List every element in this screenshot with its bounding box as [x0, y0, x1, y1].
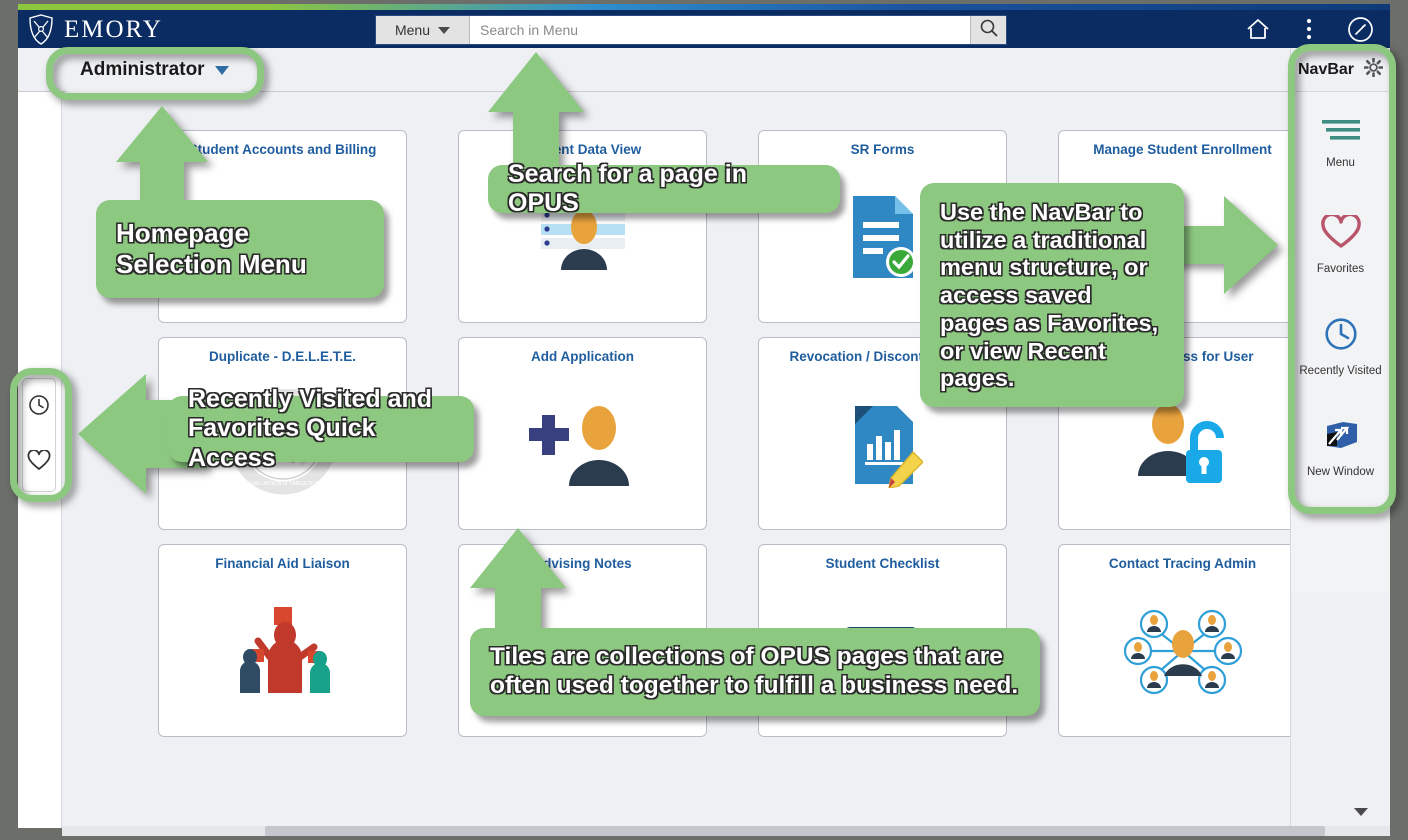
tile-contact-tracing-admin[interactable]: Contact Tracing Admin: [1058, 544, 1307, 737]
tile-title: Add Application: [459, 349, 706, 364]
header-icon-group: [1245, 10, 1374, 48]
clock-icon: [1324, 317, 1358, 356]
brand-lockup: EMORY: [28, 10, 163, 48]
heart-icon: [27, 458, 51, 475]
people-signs-icon: [159, 591, 406, 711]
gear-icon[interactable]: [1364, 58, 1383, 82]
tile-add-application[interactable]: Add Application: [458, 337, 707, 530]
navbar-compass-icon[interactable]: [1347, 16, 1374, 43]
home-icon[interactable]: [1245, 17, 1271, 41]
navbar-item-label: Favorites: [1317, 263, 1364, 275]
navbar-item-label: New Window: [1307, 466, 1374, 478]
search-scope-label: Menu: [395, 22, 430, 38]
svg-text:EVALUATION of TARGETED: EVALUATION of TARGETED: [247, 481, 318, 487]
callout-tiles-description: Tiles are collections of OPUS pages that…: [470, 628, 1040, 716]
callout-recently-visited-favorites: Recently Visited and Favorites Quick Acc…: [168, 396, 474, 462]
vertical-scroll-region[interactable]: [1290, 592, 1390, 828]
tile-financial-aid-liaison[interactable]: Financial Aid Liaison: [158, 544, 407, 737]
navbar-title: NavBar: [1298, 61, 1354, 79]
navbar-header[interactable]: NavBar: [1291, 48, 1390, 92]
callout-search-for-a-page: Search for a page in OPUS: [488, 165, 840, 213]
clock-icon: [28, 403, 50, 420]
callout-homepage-selection-menu: Homepage Selection Menu: [96, 200, 384, 298]
quick-access-recently-visited[interactable]: [28, 394, 50, 421]
search-input[interactable]: [470, 16, 970, 44]
homepage-bar: Administrator: [18, 48, 1390, 92]
search-scope-dropdown[interactable]: Menu: [376, 16, 470, 44]
navbar-panel: NavBar Menu: [1290, 48, 1390, 592]
contact-network-icon: [1059, 591, 1306, 711]
actions-kebab-icon[interactable]: [1305, 17, 1313, 41]
quick-access-rail: [22, 378, 56, 492]
callout-navbar-usage: Use the NavBar to utilize a traditional …: [920, 183, 1184, 407]
navbar-item-label: Menu: [1326, 157, 1355, 169]
brand-name: EMORY: [64, 17, 163, 42]
quick-access-favorites[interactable]: [27, 450, 51, 476]
homepage-selector[interactable]: Administrator: [66, 48, 243, 92]
navbar-item-menu[interactable]: Menu: [1291, 92, 1390, 194]
navbar-item-recently-visited[interactable]: Recently Visited: [1291, 296, 1390, 398]
search-icon: [979, 18, 999, 43]
navbar-item-new-window[interactable]: New Window: [1291, 398, 1390, 500]
tile-title: Financial Aid Liaison: [159, 556, 406, 571]
emory-shield-icon: [28, 14, 54, 45]
add-person-icon: [459, 384, 706, 504]
horizontal-scrollbar-thumb[interactable]: [265, 826, 1325, 836]
tile-title: Duplicate - D.E.L.E.T.E.: [159, 349, 406, 364]
tile-title: Manage Student Enrollment: [1059, 142, 1306, 157]
search-button[interactable]: [970, 16, 1006, 44]
chevron-down-icon: [438, 27, 450, 34]
tile-title: Contact Tracing Admin: [1059, 556, 1306, 571]
hamburger-menu-icon: [1321, 117, 1361, 148]
tile-title: SR Forms: [759, 142, 1006, 157]
homepage-selector-label: Administrator: [80, 59, 205, 81]
global-header: EMORY Menu: [18, 10, 1390, 48]
navbar-item-label: Recently Visited: [1299, 365, 1381, 377]
annotation-arrow-up-search: [488, 52, 584, 175]
heart-icon: [1321, 215, 1361, 254]
global-search: Menu: [375, 15, 1007, 45]
chevron-down-icon: [215, 66, 229, 75]
new-window-icon: [1323, 420, 1359, 457]
navbar-item-favorites[interactable]: Favorites: [1291, 194, 1390, 296]
scroll-down-arrow-icon[interactable]: [1354, 808, 1368, 816]
tile-title: Student Checklist: [759, 556, 1006, 571]
